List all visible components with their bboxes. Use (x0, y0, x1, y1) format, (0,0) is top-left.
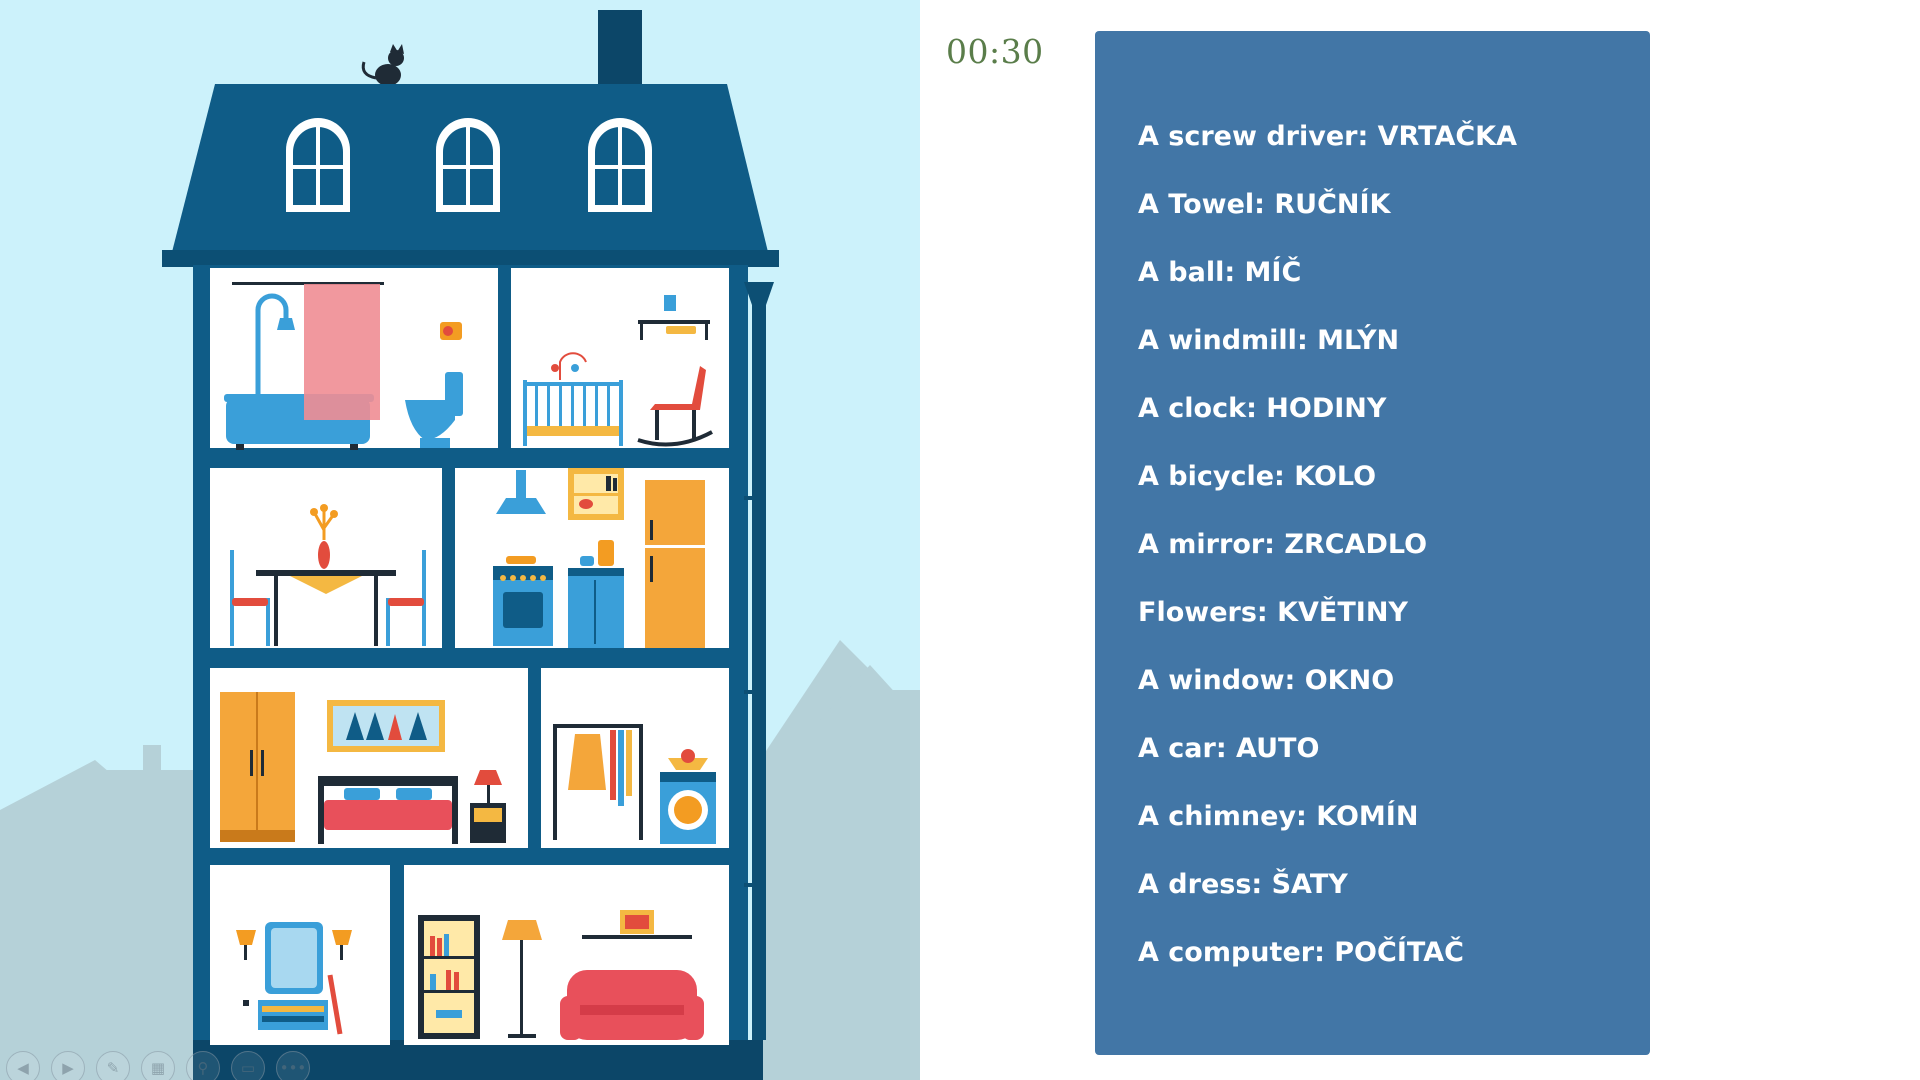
vocabulary-item: A chimney: KOMÍN (1138, 801, 1419, 832)
wardrobe (220, 692, 295, 842)
more-options-button[interactable]: ••• (276, 1051, 310, 1080)
countdown-timer: 00:30 (946, 32, 1044, 71)
vocabulary-item: A Towel: RUČNÍK (1138, 189, 1391, 220)
refrigerator (645, 480, 705, 648)
house-illustration: ◀ ▶ ✎ ▦ ⚲ ▭ ••• (0, 0, 920, 1080)
vocabulary-item: A screw driver: VRTAČKA (1138, 121, 1517, 152)
vocabulary-item: Flowers: KVĚTINY (1138, 597, 1408, 628)
vocabulary-item: A bicycle: KOLO (1138, 461, 1377, 492)
next-slide-button[interactable]: ▶ (51, 1051, 85, 1080)
vocabulary-panel: A screw driver: VRTAČKA A Towel: RUČNÍK … (1095, 31, 1650, 1055)
upper-shelf (568, 468, 624, 520)
vocabulary-item: A mirror: ZRCADLO (1138, 529, 1428, 560)
vocabulary-item: A windmill: MLÝN (1138, 325, 1400, 356)
pen-tool-button[interactable]: ✎ (96, 1051, 130, 1080)
slideshow-toolbar: ◀ ▶ ✎ ▦ ⚲ ▭ ••• (6, 1051, 310, 1080)
wall-painting (327, 700, 445, 752)
vocabulary-item: A car: AUTO (1138, 733, 1320, 764)
attic-windows (286, 118, 652, 212)
sofa (560, 970, 704, 1040)
vocabulary-item: A dress: ŠATY (1138, 869, 1348, 900)
previous-slide-button[interactable]: ◀ (6, 1051, 40, 1080)
vocabulary-item: A window: OKNO (1138, 665, 1395, 696)
bookshelf (418, 915, 480, 1039)
vocabulary-list: A screw driver: VRTAČKA A Towel: RUČNÍK … (1138, 115, 1517, 999)
vocabulary-item: A ball: MÍČ (1138, 257, 1302, 288)
chimney (598, 10, 642, 84)
toilet-paper (440, 322, 462, 340)
slide-stage: ◀ ▶ ✎ ▦ ⚲ ▭ ••• 00:30 A screw driver: VRTAČKA … (0, 0, 1920, 1080)
see-all-slides-button[interactable]: ▦ (141, 1051, 175, 1080)
subtitles-button[interactable]: ▭ (231, 1051, 265, 1080)
vocabulary-item: A computer: POČÍTAČ (1138, 937, 1464, 968)
zoom-button[interactable]: ⚲ (186, 1051, 220, 1080)
stove (493, 556, 553, 646)
cat-icon (361, 44, 404, 86)
vocabulary-item: A clock: HODINY (1138, 393, 1387, 424)
